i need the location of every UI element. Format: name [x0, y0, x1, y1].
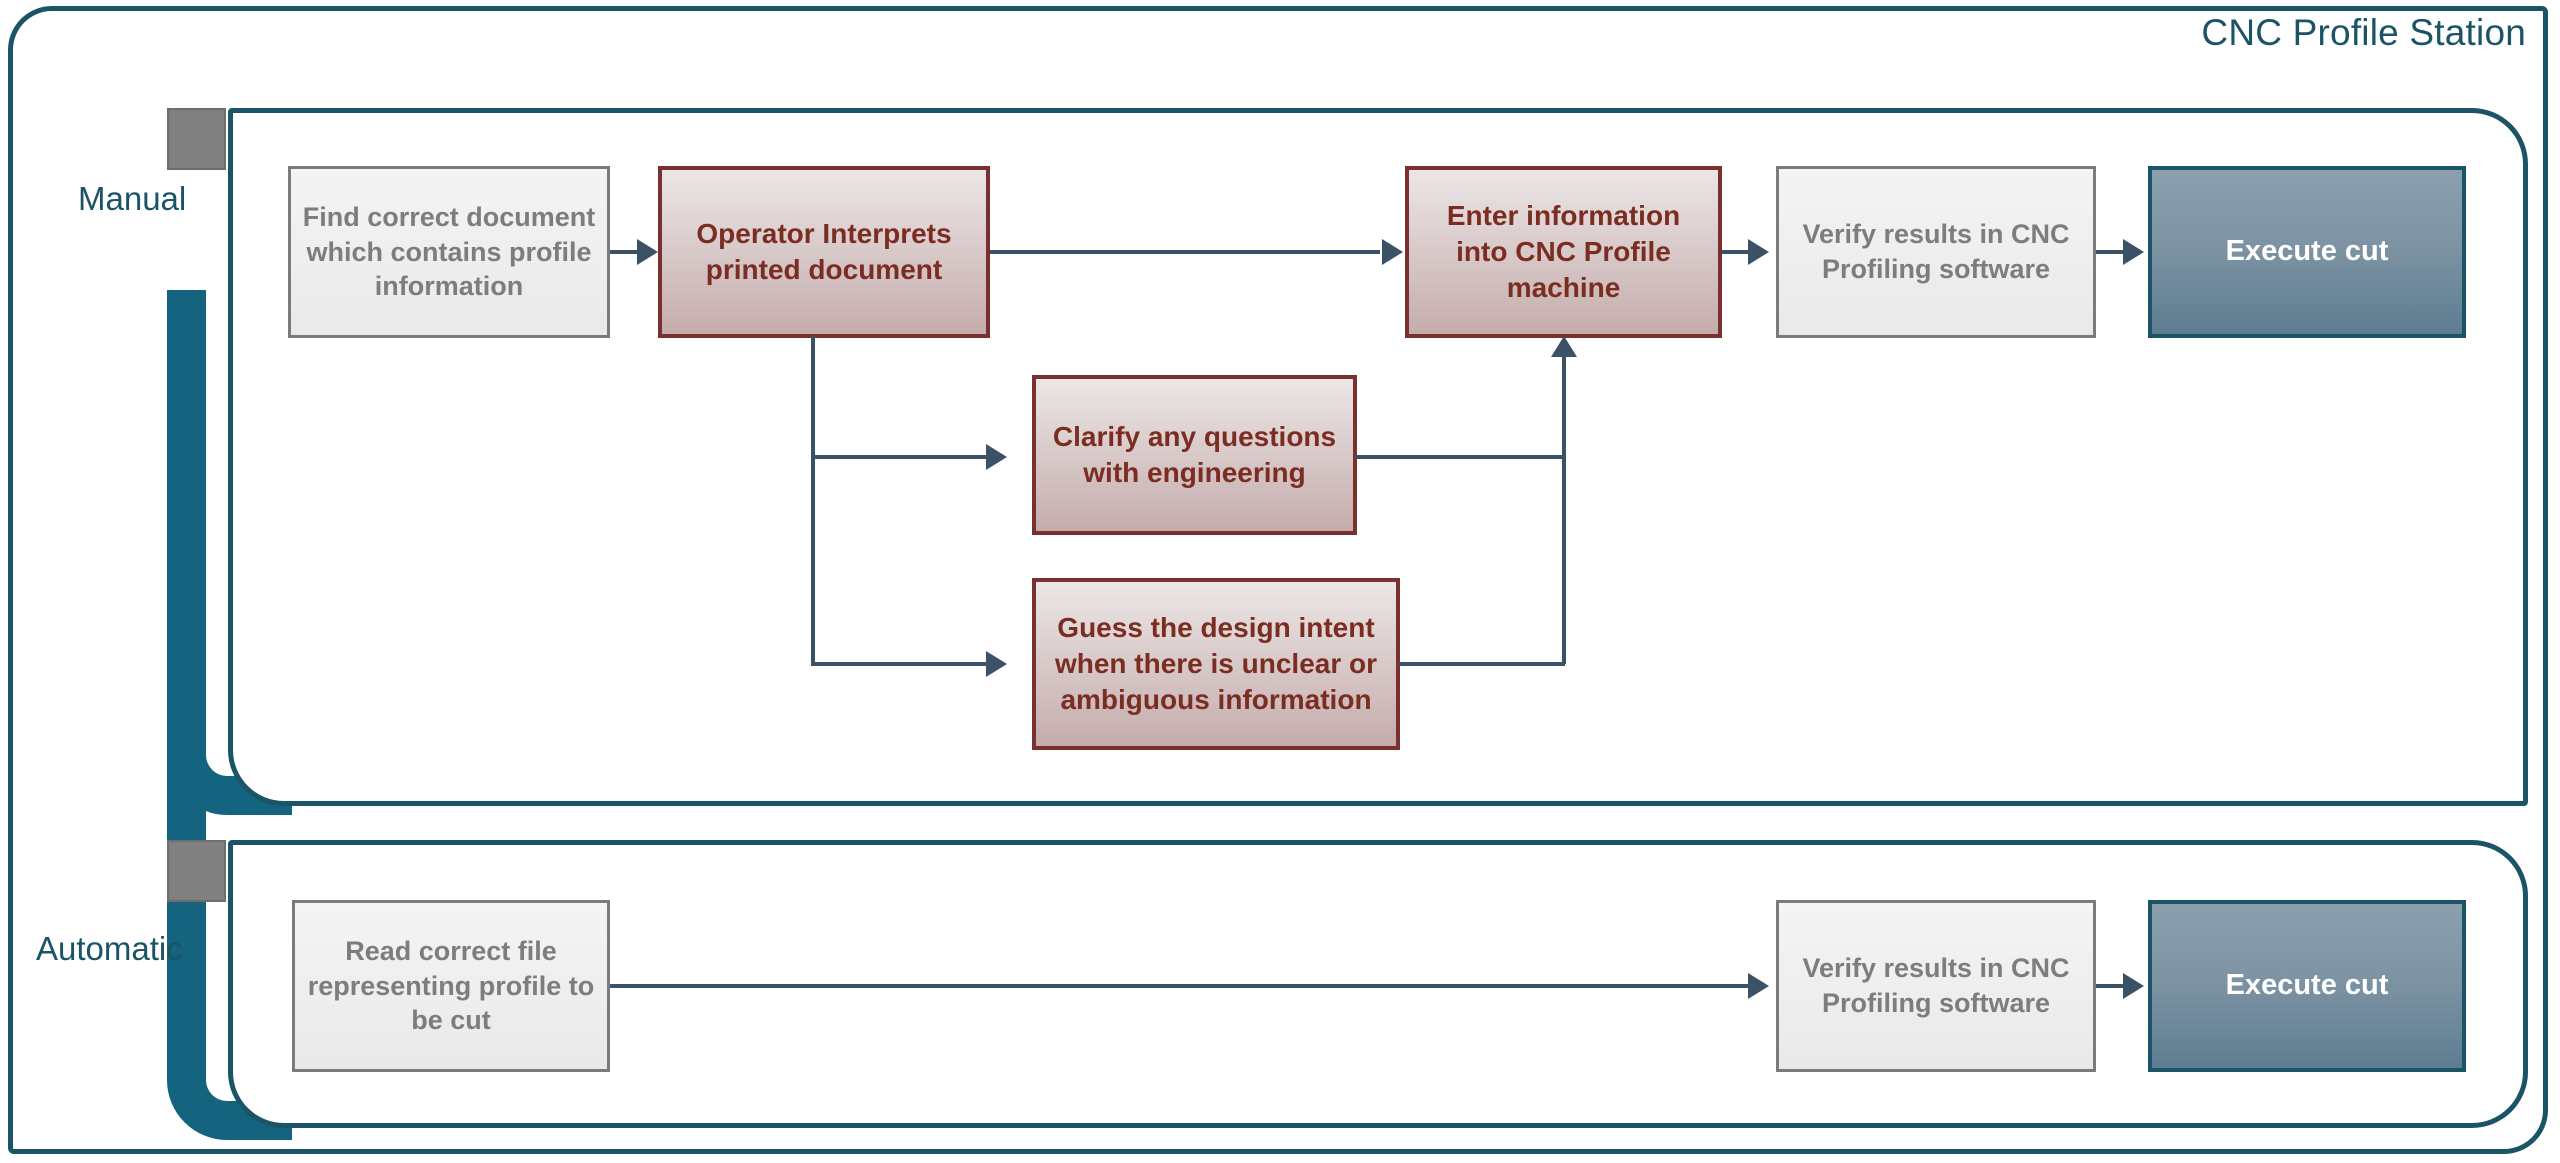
connector-operator-branch-vertical	[811, 336, 815, 666]
node-label: Verify results in CNC Profiling software	[1802, 953, 2070, 1018]
connector-clarify-return	[1355, 455, 1565, 459]
connector-operator-to-enter	[990, 250, 1380, 254]
connector-read-to-verify	[610, 984, 1750, 988]
connector-verify-to-execute-auto	[2096, 984, 2126, 988]
node-read-file[interactable]: Read correct file representing profile t…	[292, 900, 610, 1072]
node-clarify-questions[interactable]: Clarify any questions with engineering	[1032, 375, 1357, 535]
node-label: Execute cut	[2225, 235, 2389, 268]
lane-tab-automatic	[167, 840, 226, 902]
node-operator-interprets[interactable]: Operator Interprets printed document	[658, 166, 990, 338]
connector-return-rail-vertical	[1562, 355, 1566, 664]
arrow-verify-to-execute	[2123, 239, 2144, 265]
arrow-branch-to-clarify	[986, 444, 1007, 470]
node-guess-design-intent[interactable]: Guess the design intent when there is un…	[1032, 578, 1400, 750]
node-verify-results[interactable]: Verify results in CNC Profiling software	[1776, 166, 2096, 338]
node-label: Execute cut	[2225, 969, 2389, 1002]
lane-label-automatic: Automatic	[36, 930, 183, 967]
node-label: Guess the design intent when there is un…	[1054, 612, 1378, 715]
lane-tab-manual	[167, 108, 226, 170]
connector-branch-to-guess	[811, 662, 989, 666]
diagram-canvas: CNC Profile Station Manual Find correct …	[0, 0, 2560, 1163]
node-execute-cut-auto[interactable]: Execute cut	[2148, 900, 2466, 1072]
node-execute-cut[interactable]: Execute cut	[2148, 166, 2466, 338]
arrow-branch-to-guess	[986, 651, 1007, 677]
arrow-return-to-enter	[1551, 336, 1577, 357]
node-find-document[interactable]: Find correct document which contains pro…	[288, 166, 610, 338]
node-enter-information[interactable]: Enter information into CNC Profile machi…	[1405, 166, 1722, 338]
connector-find-to-operator	[610, 250, 640, 254]
arrow-operator-to-enter	[1382, 239, 1403, 265]
node-verify-results-auto[interactable]: Verify results in CNC Profiling software	[1776, 900, 2096, 1072]
lane-label-manual: Manual	[78, 180, 187, 217]
arrow-find-to-operator	[637, 239, 658, 265]
connector-enter-to-verify	[1722, 250, 1750, 254]
connector-guess-return	[1398, 662, 1565, 666]
node-label: Read correct file representing profile t…	[307, 936, 595, 1036]
node-label: Verify results in CNC Profiling software	[1802, 219, 2070, 284]
connector-verify-to-execute	[2096, 250, 2126, 254]
node-label: Operator Interprets printed document	[696, 218, 952, 285]
node-label: Enter information into CNC Profile machi…	[1446, 200, 1681, 303]
arrow-verify-to-execute-auto	[2123, 973, 2144, 999]
node-label: Clarify any questions with engineering	[1052, 421, 1337, 488]
connector-branch-to-clarify	[811, 455, 989, 459]
page-title: CNC Profile Station	[2201, 12, 2526, 53]
node-label: Find correct document which contains pro…	[302, 202, 596, 302]
arrow-read-to-verify	[1748, 973, 1769, 999]
arrow-enter-to-verify	[1748, 239, 1769, 265]
